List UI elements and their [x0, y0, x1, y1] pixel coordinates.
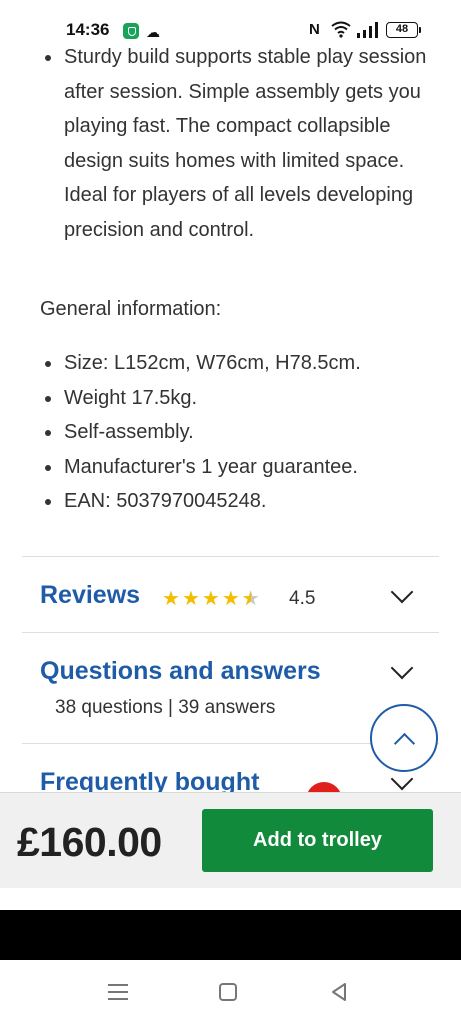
- star-icon: ★: [162, 588, 180, 610]
- star-icon: ★: [181, 588, 200, 610]
- star-rating: ★ ★ ★ ★ ★: [162, 586, 260, 611]
- list-item: EAN: 5037970045248.: [40, 484, 440, 519]
- signal-icon: [357, 22, 378, 38]
- half-star-icon: ★: [242, 586, 260, 611]
- rating-value: 4.5: [289, 588, 316, 609]
- wifi-icon: [331, 21, 351, 38]
- nfc-icon: N: [309, 21, 320, 38]
- scroll-to-top-button[interactable]: [370, 704, 438, 772]
- list-item: Weight 17.5kg.: [40, 381, 440, 416]
- list-item: Sturdy build supports stable play sessio…: [40, 40, 440, 248]
- price: £160.00: [17, 819, 162, 865]
- cloud-icon: ☁: [146, 24, 160, 40]
- system-nav-bar: [0, 960, 461, 1024]
- product-description: Sturdy build supports stable play sessio…: [40, 40, 440, 248]
- back-icon[interactable]: [330, 982, 348, 1002]
- divider: [22, 632, 439, 633]
- general-info-heading: General information:: [40, 298, 222, 320]
- chevron-up-icon: [393, 732, 416, 755]
- home-icon[interactable]: [219, 983, 237, 1001]
- clock: 14:36: [66, 20, 110, 39]
- description-list: Sturdy build supports stable play sessio…: [40, 40, 440, 248]
- status-bar: 14:36 ☁ N 48: [0, 0, 461, 44]
- list-item: Self-assembly.: [40, 415, 440, 450]
- list-item: Size: L152cm, W76cm, H78.5cm.: [40, 346, 440, 381]
- overlay-bar: [0, 910, 461, 960]
- qa-counts: 38 questions | 39 answers: [55, 697, 276, 718]
- star-icon: ★: [221, 588, 240, 610]
- chevron-down-icon[interactable]: [390, 656, 414, 680]
- battery-icon: 48: [386, 22, 421, 38]
- add-to-trolley-button[interactable]: Add to trolley: [202, 809, 433, 872]
- recent-apps-icon[interactable]: [108, 984, 128, 1000]
- sticky-buy-bar: £160.00 Add to trolley: [0, 792, 461, 888]
- general-info-list: Size: L152cm, W76cm, H78.5cm. Weight 17.…: [40, 346, 440, 519]
- list-item: Manufacturer's 1 year guarantee.: [40, 450, 440, 485]
- qa-title[interactable]: Questions and answers: [40, 657, 321, 686]
- reviews-title[interactable]: Reviews: [40, 581, 140, 610]
- shield-app-icon: [123, 23, 139, 39]
- star-icon: ★: [201, 588, 220, 610]
